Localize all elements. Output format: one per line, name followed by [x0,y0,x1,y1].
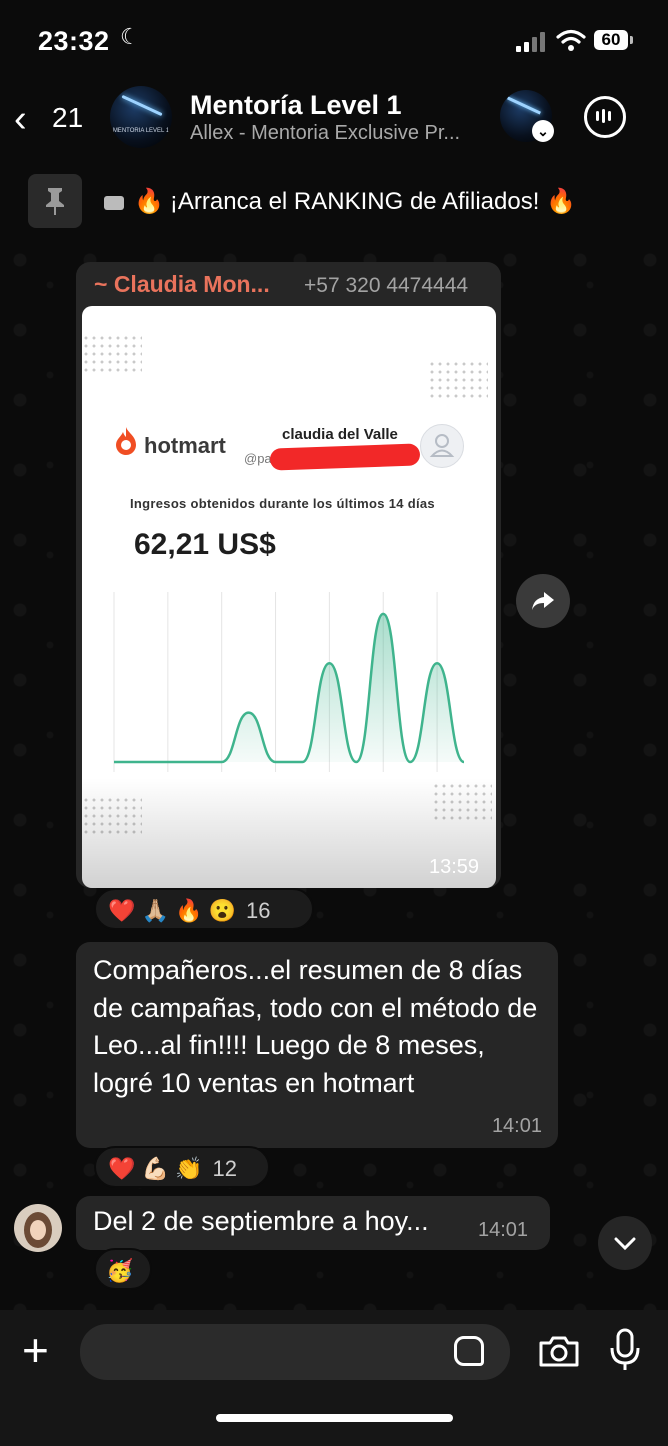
reaction-emojis: 🥳 [106,1258,134,1283]
earnings-chart [113,592,465,772]
pinned-message-bar[interactable]: 🔥 ¡Arranca el RANKING de Afiliados! 🔥 [0,170,668,240]
hotmart-logo-icon [116,427,136,455]
text-message-bubble[interactable]: Compañeros...el resumen de 8 días de cam… [76,942,558,1148]
composer-bar: + [0,1310,668,1446]
back-button[interactable]: ‹ [14,98,27,141]
message-text: Del 2 de septiembre a hoy... [93,1206,429,1236]
sender-name[interactable]: ~ Claudia Mon... [94,271,270,298]
message-timestamp: 14:01 [491,1115,542,1137]
avatar[interactable] [14,1204,62,1252]
user-avatar-icon [420,424,464,468]
reaction-emojis: ❤️ 🙏🏼 🔥 😮 [108,898,236,923]
chart-area [114,613,464,762]
chat-subtitle[interactable]: Allex - Mentoria Exclusive Pr... [190,122,460,145]
camera-icon[interactable] [538,1334,580,1368]
redaction-mark [269,443,421,471]
message-text: Compañeros...el resumen de 8 días de cam… [93,955,538,1098]
hotmart-user-name: claudia del Valle [282,426,398,443]
reaction-emojis: ❤️ 💪🏻 👏 [108,1156,203,1181]
hotmart-handle: @pa [244,451,272,466]
chart-caption: Ingresos obtenidos durante los últimos 1… [130,496,435,511]
message-timestamp: 14:01 [478,1219,529,1241]
sticker-icon[interactable] [454,1336,484,1366]
shared-screenshot[interactable]: hotmart claudia del Valle @pa Ingresos o… [82,306,496,888]
group-avatar[interactable]: MENTORIA LEVEL 1 [110,86,172,148]
chevron-down-icon [614,1237,636,1251]
fire-emoji: 🔥 [134,188,164,215]
reaction-bar[interactable]: ❤️ 🙏🏼 🔥 😮 16 [94,888,314,930]
unread-count[interactable]: 21 [52,102,83,134]
reaction-bar[interactable]: ❤️ 💪🏻 👏 12 [94,1146,270,1188]
wifi-icon [556,29,586,51]
status-bar: 23:32 ☾ 60 [0,0,668,80]
chevron-down-icon[interactable]: ⌄ [532,120,554,142]
attach-plus-icon[interactable]: + [22,1327,49,1373]
moon-icon: ☾ [120,24,140,49]
chat-title[interactable]: Mentoría Level 1 [190,90,402,121]
clock: 23:32 [38,26,110,56]
message-input[interactable] [80,1324,510,1380]
battery-icon: 60 [594,30,633,50]
pinned-text: 🔥 ¡Arranca el RANKING de Afiliados! 🔥 [104,187,576,216]
video-icon [104,195,124,210]
home-indicator [216,1414,453,1422]
microphone-icon[interactable] [608,1328,642,1372]
text-message-bubble[interactable]: Del 2 de septiembre a hoy... 14:01 [76,1196,550,1250]
reaction-bar[interactable]: 🥳 [94,1248,152,1290]
chat-header: ‹ 21 MENTORIA LEVEL 1 Mentoría Level 1 A… [0,80,668,170]
pin-icon [28,174,82,228]
image-timestamp: 13:59 [429,856,480,878]
forward-button[interactable] [516,574,570,628]
reaction-count: 12 [212,1156,238,1181]
scroll-down-button[interactable] [598,1216,652,1270]
earnings-amount: 62,21 US$ [134,528,276,561]
chart-series-line [114,612,465,764]
brand-name: hotmart [144,433,226,458]
signal-icon [516,32,548,52]
avatar-label: MENTORIA LEVEL 1 [112,128,170,134]
sender-phone: +57 320 4474444 [304,274,469,297]
reaction-count: 16 [246,898,271,923]
voice-chat-button[interactable] [584,96,626,138]
